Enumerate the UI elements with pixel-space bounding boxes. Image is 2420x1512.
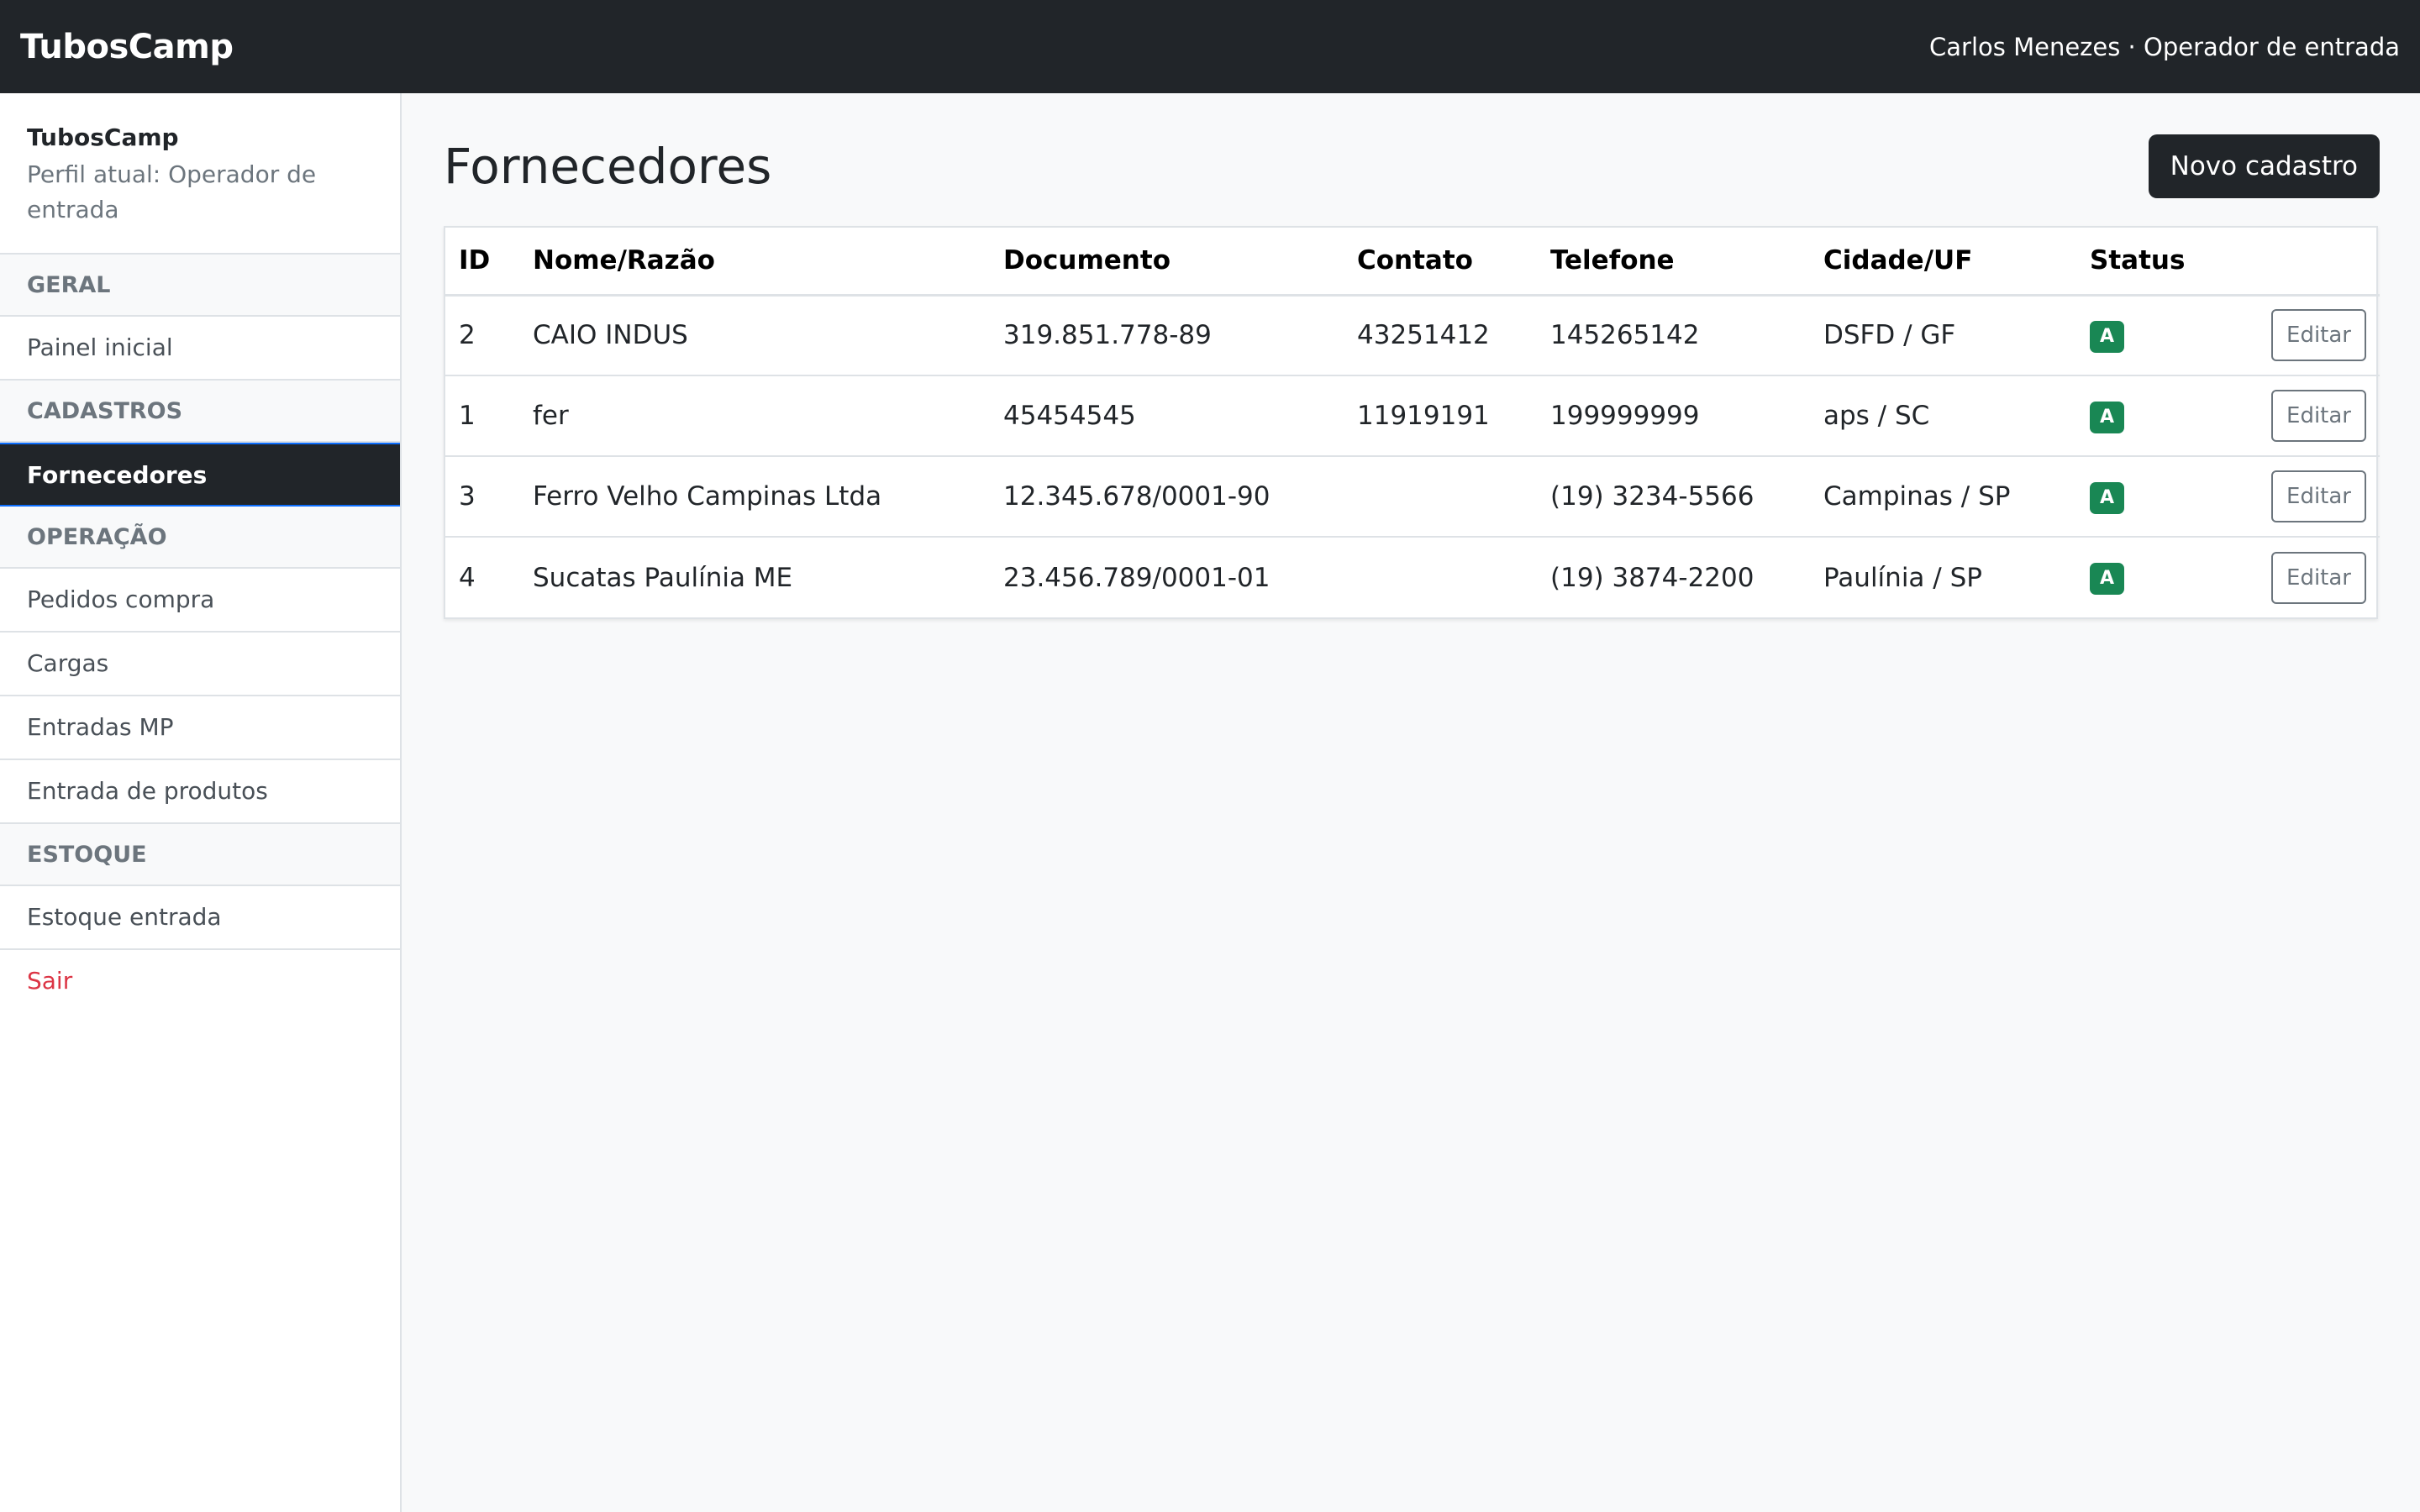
cell-cidade: Paulínia / SP — [1823, 562, 1982, 593]
cell-id: 3 — [445, 456, 519, 538]
cell-cidade: DSFD / GF — [1810, 295, 2076, 376]
cell-contato: 11919191 — [1344, 375, 1537, 457]
column-header-nome: Nome/Razão — [519, 228, 990, 297]
sidebar-item-painel-inicial[interactable]: Painel inicial — [0, 317, 400, 381]
column-header-telefone: Telefone — [1537, 228, 1810, 297]
cell-actions: Editar — [2244, 537, 2380, 617]
cell-actions: Editar — [2244, 295, 2380, 376]
cell-id: 2 — [445, 295, 519, 376]
edit-button[interactable]: Editar — [2271, 309, 2366, 362]
cell-nome: CAIO INDUS — [519, 295, 990, 376]
user-info: Carlos Menezes · Operador de entrada — [1929, 32, 2400, 61]
cell-telefone: 145265142 — [1537, 295, 1810, 376]
cell-id: 4 — [459, 562, 476, 593]
cell-status: A — [2076, 537, 2244, 617]
status-badge: A — [2090, 401, 2125, 433]
sidebar-section-geral: GERAL — [0, 255, 400, 317]
sidebar-item-entradas-mp[interactable]: Entradas MP — [0, 696, 400, 760]
sidebar-section-operacao: OPERAÇÃO — [0, 507, 400, 569]
column-header-documento: Documento — [990, 228, 1344, 297]
column-header-cidade: Cidade/UF — [1810, 228, 2076, 297]
current-profile: Perfil atual: Operador de entrada — [27, 160, 317, 223]
edit-button[interactable]: Editar — [2271, 551, 2366, 604]
cell-nome: Ferro Velho Campinas Ltda — [519, 456, 990, 538]
table-row: 1 fer 45454545 11919191 199999999 aps / … — [445, 375, 2380, 457]
cell-actions: Editar — [2244, 375, 2380, 457]
sidebar-header: TubosCamp Perfil atual: Operador de entr… — [0, 93, 400, 255]
logout-link[interactable]: Sair — [0, 950, 400, 1014]
cell-telefone: (19) 3234-5566 — [1537, 456, 1810, 538]
table-row: 4 Sucatas Paulínia ME 23.456.789/0001-01… — [445, 537, 2380, 617]
cell-cidade: aps / SC — [1810, 375, 2076, 457]
table-row: 3 Ferro Velho Campinas Ltda 12.345.678/0… — [445, 456, 2380, 538]
cell-nome: fer — [519, 375, 990, 457]
suppliers-table: ID Nome/Razão Documento Contato Telefone… — [445, 228, 2380, 617]
page-title: Fornecedores — [444, 138, 772, 195]
cell-actions: Editar — [2244, 456, 2380, 538]
cell-documento: 12.345.678/0001-90 — [990, 456, 1344, 538]
edit-button[interactable]: Editar — [2271, 470, 2366, 522]
column-header-actions — [2244, 228, 2380, 297]
cell-id: 1 — [445, 375, 519, 457]
column-header-contato: Contato — [1344, 228, 1537, 297]
table-row: 2 CAIO INDUS 319.851.778-89 43251412 145… — [445, 295, 2380, 376]
brand-logo[interactable]: TubosCamp — [20, 28, 234, 66]
cell-status: A — [2076, 295, 2244, 376]
cell-contato: 43251412 — [1344, 295, 1537, 376]
sidebar: TubosCamp Perfil atual: Operador de entr… — [0, 93, 402, 1512]
cell-status: A — [2076, 456, 2244, 538]
edit-button[interactable]: Editar — [2271, 390, 2366, 442]
sidebar-item-fornecedores[interactable]: Fornecedores — [0, 443, 400, 507]
cell-contato — [1344, 537, 1537, 617]
cell-documento: 319.851.778-89 — [990, 295, 1344, 376]
sidebar-item-entrada-de-produtos[interactable]: Entrada de produtos — [0, 760, 400, 824]
cell-contato — [1344, 456, 1537, 538]
new-record-button[interactable]: Novo cadastro — [2148, 134, 2380, 198]
cell-telefone: (19) 3874-2200 — [1550, 562, 1754, 593]
column-header-id: ID — [445, 228, 519, 297]
cell-documento: 45454545 — [990, 375, 1344, 457]
table-header-row: ID Nome/Razão Documento Contato Telefone… — [445, 228, 2380, 297]
column-header-status: Status — [2076, 228, 2244, 297]
status-badge: A — [2090, 481, 2125, 514]
cell-telefone: 199999999 — [1537, 375, 1810, 457]
main-content: Fornecedores Novo cadastro ID Nome/Razão… — [402, 93, 2420, 1512]
sidebar-item-pedidos-compra[interactable]: Pedidos compra — [0, 569, 400, 633]
sidebar-item-cargas[interactable]: Cargas — [0, 633, 400, 696]
status-badge: A — [2090, 320, 2125, 353]
sidebar-title: TubosCamp — [27, 123, 179, 151]
sidebar-section-cadastros: CADASTROS — [0, 381, 400, 443]
top-navbar: TubosCamp Carlos Menezes · Operador de e… — [0, 0, 2420, 93]
status-badge: A — [2090, 563, 2125, 595]
cell-cidade: Campinas / SP — [1810, 456, 2076, 538]
sidebar-section-estoque: ESTOQUE — [0, 824, 400, 886]
cell-status: A — [2076, 375, 2244, 457]
cell-documento: 23.456.789/0001-01 — [1003, 562, 1270, 593]
suppliers-table-card: ID Nome/Razão Documento Contato Telefone… — [444, 226, 2380, 619]
cell-nome: Sucatas Paulínia ME — [533, 562, 793, 593]
sidebar-item-estoque-entrada[interactable]: Estoque entrada — [0, 886, 400, 950]
